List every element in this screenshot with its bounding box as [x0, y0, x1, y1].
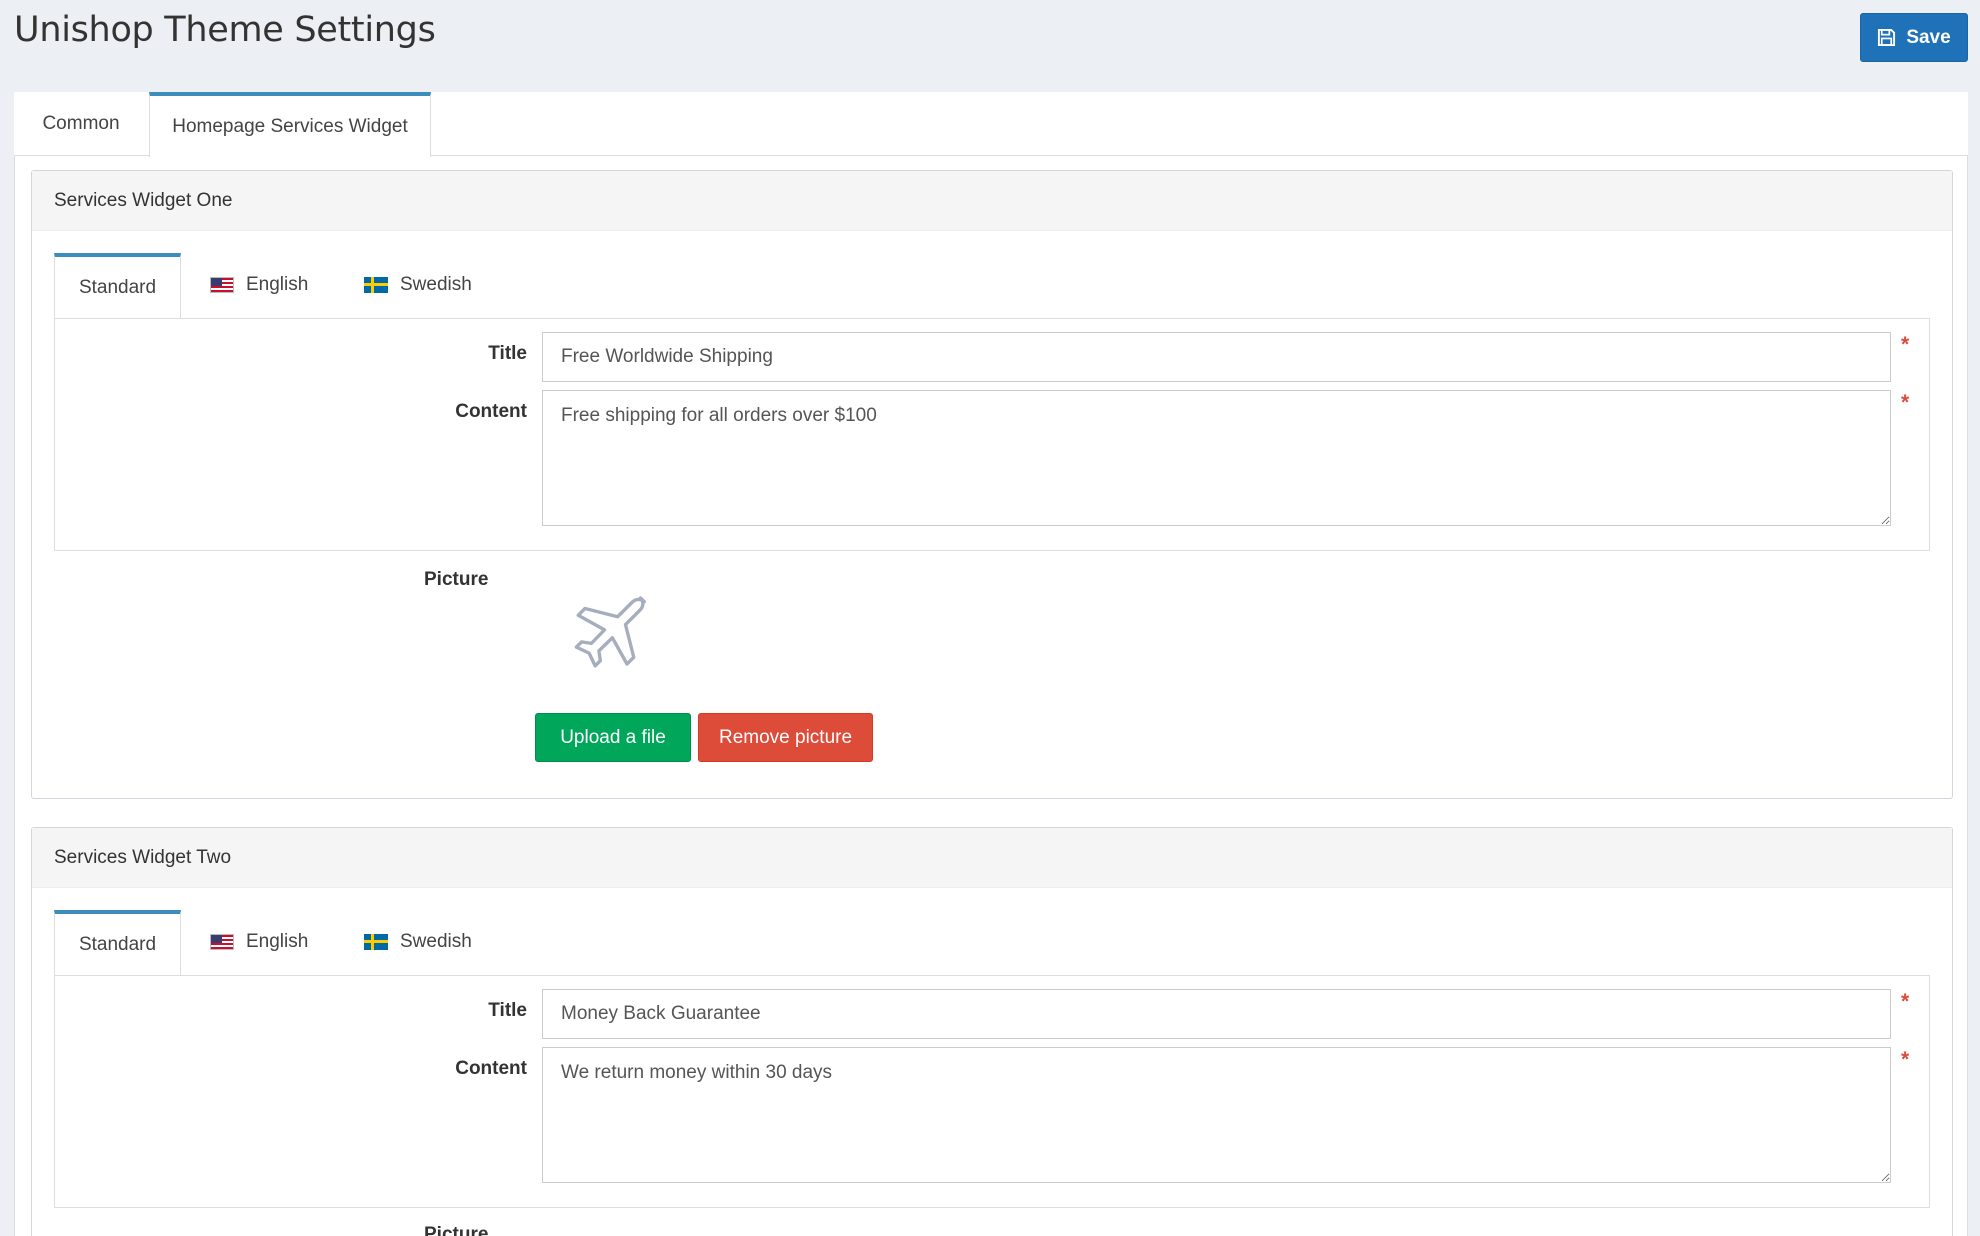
lang-tab-swedish[interactable]: Swedish	[364, 910, 472, 974]
floppy-disk-icon	[1878, 28, 1896, 47]
lang-tab-label: Standard	[78, 277, 157, 298]
settings-tabs: Common Homepage Services Widget	[14, 92, 1968, 157]
us-flag-icon	[210, 277, 234, 293]
required-marker: *	[1901, 391, 1910, 414]
lang-tab-label: Swedish	[400, 931, 472, 952]
lang-tab-english[interactable]: English	[210, 253, 308, 317]
save-button-label: Save	[1906, 26, 1951, 48]
title-label: Title	[488, 343, 527, 364]
content-label: Content	[455, 1058, 527, 1079]
lang-tab-english[interactable]: English	[210, 910, 308, 974]
lang-tab-label: Standard	[78, 934, 157, 955]
lang-tab-label: Swedish	[400, 274, 472, 295]
required-marker: *	[1901, 333, 1910, 356]
services-widget-one-panel: Services Widget One Standard English Swe…	[31, 170, 1953, 799]
language-tabs: Standard English Swedish	[54, 910, 1930, 976]
services-widget-two-panel: Services Widget Two Standard English Swe…	[31, 827, 1953, 1236]
tab-homepage-services-widget[interactable]: Homepage Services Widget	[149, 92, 431, 157]
picture-label: Picture	[424, 569, 489, 590]
lang-tab-standard[interactable]: Standard	[54, 253, 181, 319]
airplane-icon	[574, 596, 646, 668]
lang-tab-swedish[interactable]: Swedish	[364, 253, 472, 317]
sweden-flag-icon	[364, 934, 388, 950]
picture-label: Picture	[424, 1224, 489, 1236]
panel-heading: Services Widget Two	[32, 828, 1952, 888]
content-textarea[interactable]: Free shipping for all orders over $100	[542, 390, 1891, 526]
required-marker: *	[1901, 1048, 1910, 1071]
page-header: Unishop Theme Settings Save	[0, 0, 1980, 90]
remove-picture-button[interactable]: Remove picture	[698, 713, 873, 762]
panel-heading: Services Widget One	[32, 171, 1952, 231]
sweden-flag-icon	[364, 277, 388, 293]
page-title: Unishop Theme Settings	[14, 10, 436, 50]
title-label: Title	[488, 1000, 527, 1021]
save-button[interactable]: Save	[1860, 13, 1968, 62]
us-flag-icon	[210, 934, 234, 950]
lang-tab-standard[interactable]: Standard	[54, 910, 181, 976]
content-label: Content	[455, 401, 527, 422]
language-tabs: Standard English Swedish	[54, 253, 1930, 319]
upload-file-button[interactable]: Upload a file	[535, 713, 691, 762]
lang-tab-label: English	[246, 931, 309, 952]
tab-common[interactable]: Common	[14, 92, 148, 156]
content-textarea[interactable]: We return money within 30 days	[542, 1047, 1891, 1183]
required-marker: *	[1901, 990, 1910, 1013]
lang-tab-label: English	[246, 274, 309, 295]
title-input[interactable]	[542, 332, 1891, 382]
title-input[interactable]	[542, 989, 1891, 1039]
